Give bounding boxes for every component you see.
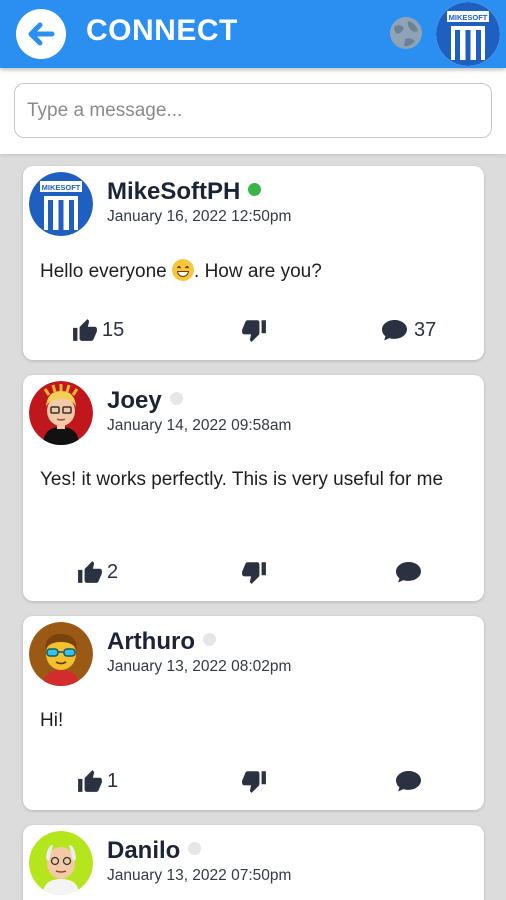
profile-avatar[interactable]: MIKESOFT [436,2,500,66]
post-author[interactable]: Danilo [107,837,202,865]
like-button[interactable]: 2 [77,556,118,588]
offline-status-dot [169,392,183,405]
post-author[interactable]: Arthuro [107,628,216,656]
thumbs-down-icon [242,320,266,342]
post-author[interactable]: MikeSoftPH [107,178,262,206]
like-count: 1 [107,769,119,792]
thumbs-up-icon [73,319,97,341]
comment-bubble-icon [396,562,421,583]
post-date: January 13, 2022 08:02pm [107,658,292,675]
comment-button[interactable] [395,765,422,797]
post-card: Joey January 14, 2022 09:58am Yes! it wo… [23,375,484,601]
offline-status-dot [202,633,216,646]
globe-button[interactable] [388,15,424,51]
like-button[interactable]: 15 [72,314,124,346]
comment-bubble-icon [396,771,421,792]
thumbs-down-icon [242,771,266,793]
app-bar: CONNECT MIKESOFT [0,0,506,68]
avatar[interactable] [29,622,93,686]
online-status-dot [248,183,262,196]
post-text: Hi! [40,710,64,731]
avatar[interactable] [29,831,93,895]
dislike-button[interactable] [241,765,267,797]
post-author[interactable]: Joey [107,387,183,415]
post-text: Hello everyone . How are you? [40,259,322,282]
comment-button[interactable]: 37 [381,314,436,346]
thumbs-up-icon [78,561,102,583]
danilo-avatar-icon [29,831,93,895]
avatar[interactable] [29,381,93,445]
post-card: Danilo January 13, 2022 07:50pm [23,825,484,900]
like-button[interactable]: 1 [77,765,118,797]
post-feed[interactable]: MIKESOFT MikeSoftPH January 16, 2022 12:… [0,154,506,900]
post-date: January 16, 2022 12:50pm [107,208,292,225]
post-text: Yes! it works perfectly. This is very us… [40,469,444,490]
svg-text:MIKESOFT: MIKESOFT [449,13,488,22]
back-button[interactable] [16,9,66,59]
message-input[interactable] [14,83,492,138]
mikesoft-logo-icon: MIKESOFT [436,2,500,66]
like-count: 15 [102,318,125,341]
compose-bar [0,68,506,154]
joey-avatar-icon [29,381,93,445]
grinning-face-icon [172,259,195,281]
comment-count: 37 [414,318,437,341]
thumbs-up-icon [78,770,102,792]
comment-button[interactable] [395,556,422,588]
arthuro-avatar-icon [29,622,93,686]
globe-icon [390,17,422,49]
post-card: MIKESOFT MikeSoftPH January 16, 2022 12:… [23,166,484,360]
post-card: Arthuro January 13, 2022 08:02pm Hi! 1 [23,616,484,810]
like-count: 2 [107,560,119,583]
dislike-button[interactable] [241,556,267,588]
post-date: January 13, 2022 07:50pm [107,867,292,884]
mikesoft-logo-icon: MIKESOFT [29,172,93,236]
app-title: CONNECT [86,14,238,47]
dislike-button[interactable] [241,314,267,346]
arrow-left-icon [28,22,55,46]
offline-status-dot [188,842,202,855]
avatar[interactable]: MIKESOFT [29,172,93,236]
thumbs-down-icon [242,562,266,584]
svg-text:MIKESOFT: MIKESOFT [42,183,81,192]
comment-bubble-icon [382,320,407,341]
post-date: January 14, 2022 09:58am [107,417,292,434]
